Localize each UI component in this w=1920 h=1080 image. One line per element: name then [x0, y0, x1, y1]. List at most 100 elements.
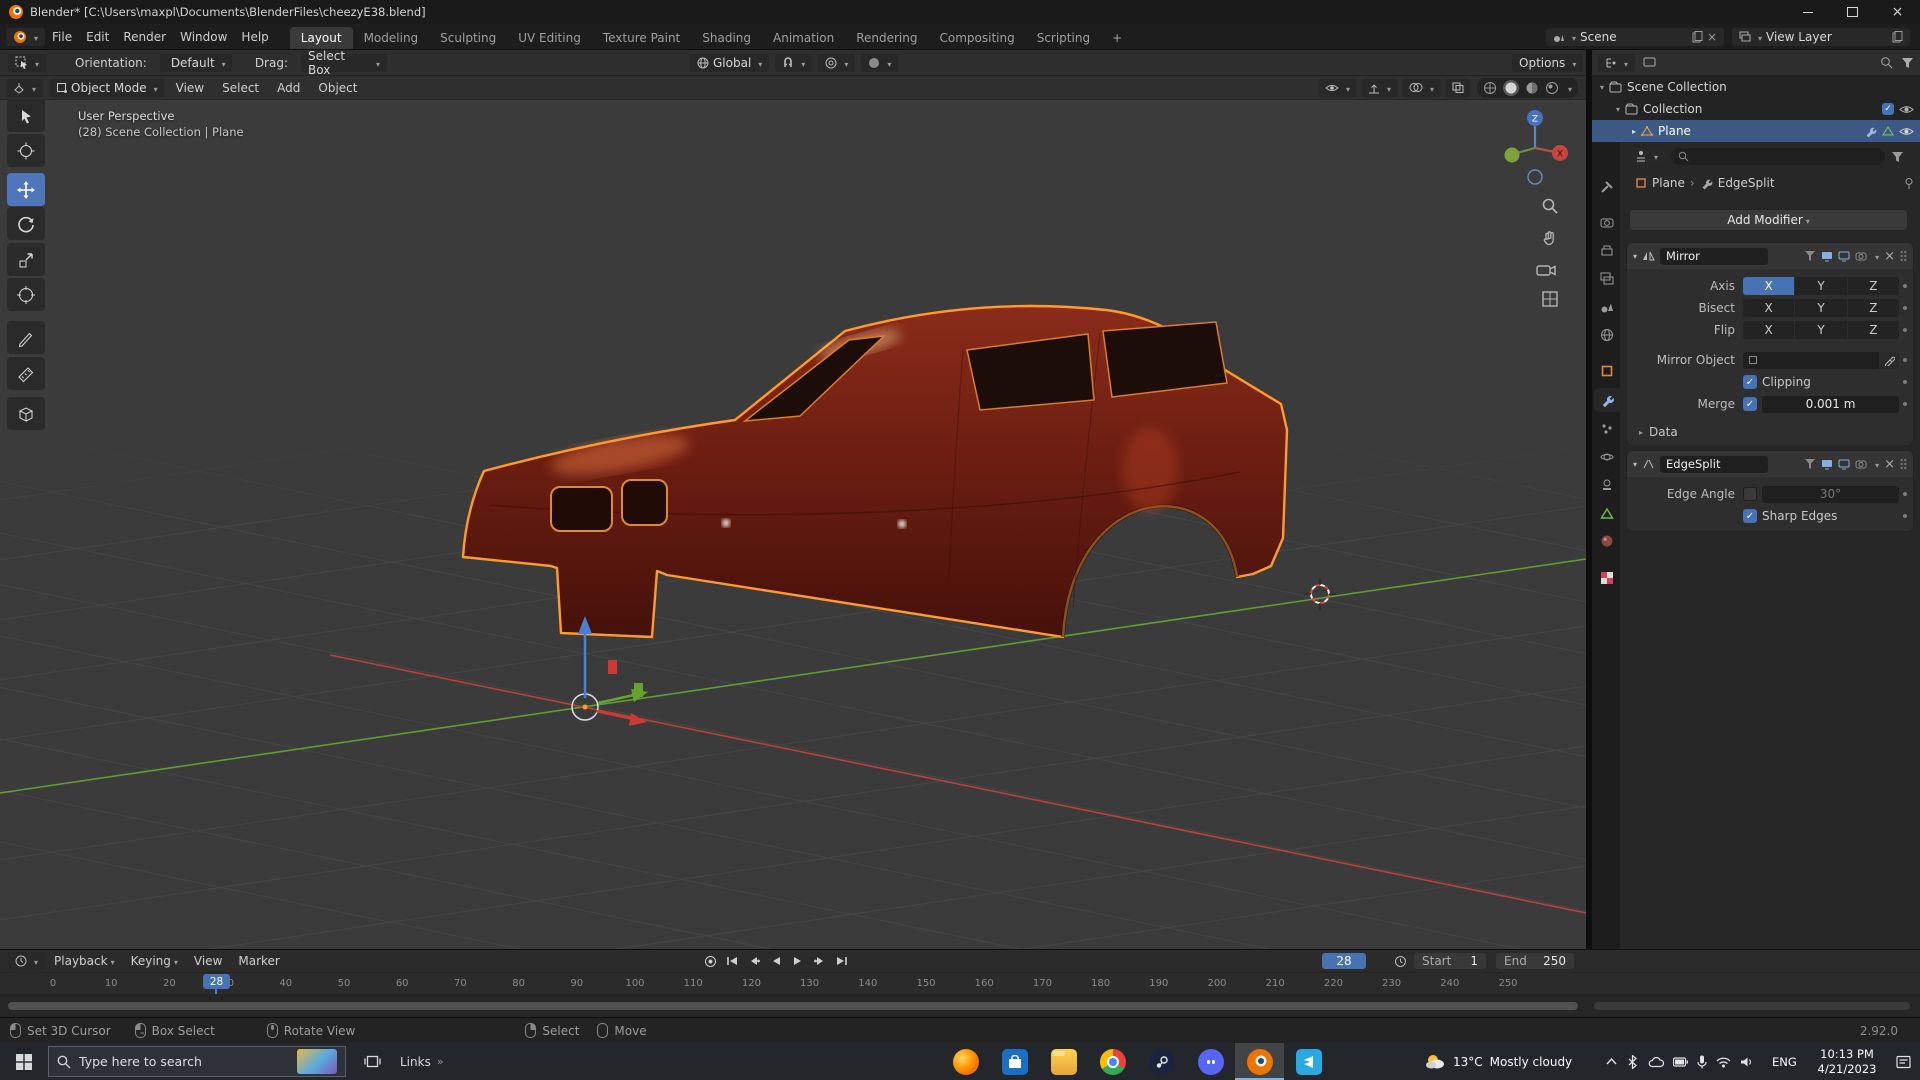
mirror-panel-header[interactable]: ▾ Mirror ×	[1627, 243, 1913, 269]
shading-material-icon[interactable]	[1525, 81, 1539, 95]
toggle-perspective-control[interactable]	[1538, 287, 1562, 311]
tray-expand-button[interactable]	[1600, 1043, 1622, 1080]
play-reverse-button[interactable]	[766, 952, 786, 970]
gizmo-y-axis[interactable]	[1505, 148, 1520, 163]
search-highlight-image[interactable]	[297, 1049, 337, 1074]
show-on-cage-icon[interactable]	[1804, 250, 1816, 262]
close-button[interactable]: ×	[1875, 0, 1920, 24]
expand-arrow-icon[interactable]: ▾	[1616, 105, 1620, 114]
overlays-dropdown[interactable]	[1402, 79, 1441, 97]
frame-start-field[interactable]: Start1	[1414, 953, 1486, 969]
y-plane-handle[interactable]	[634, 683, 643, 697]
play-button[interactable]	[788, 952, 808, 970]
bluetooth-icon[interactable]	[1626, 1055, 1639, 1069]
app-chrome[interactable]	[1088, 1043, 1137, 1080]
collection-checkbox[interactable]	[1882, 103, 1894, 115]
outliner-row-scene-collection[interactable]: ▾ Scene Collection	[1592, 76, 1920, 98]
tab-physics[interactable]	[1594, 445, 1620, 469]
tab-particles[interactable]	[1594, 417, 1620, 441]
filter-icon[interactable]	[1901, 56, 1914, 69]
current-frame-field[interactable]: 28	[1322, 953, 1366, 969]
xray-toggle[interactable]	[1445, 79, 1471, 97]
collapse-arrow-icon[interactable]: ▾	[1633, 460, 1637, 469]
tab-render[interactable]	[1594, 210, 1620, 234]
timeline-ruler[interactable]: 0102030405060708090100110120130140150160…	[0, 972, 1920, 995]
scene-selector[interactable]: Scene ×	[1546, 28, 1724, 46]
editor-type-button[interactable]	[6, 79, 43, 97]
flip-y-button[interactable]: Y	[1795, 321, 1846, 339]
weather-widget[interactable]: 13°C Mostly cloudy	[1424, 1043, 1572, 1080]
bisect-x-button[interactable]: X	[1743, 299, 1794, 317]
display-mode-icon[interactable]	[1643, 56, 1656, 69]
animate-dot[interactable]	[1903, 402, 1907, 406]
orientation-dropdown[interactable]: Default	[160, 54, 232, 72]
taskbar-search-box[interactable]: Type here to search	[48, 1046, 346, 1077]
eyedropper-button[interactable]	[1879, 352, 1899, 369]
jump-to-end-button[interactable]	[832, 952, 852, 970]
battery-icon[interactable]	[1673, 1057, 1688, 1067]
menu-render[interactable]: Render	[116, 30, 173, 44]
search-icon[interactable]	[1880, 56, 1893, 69]
view-layer-selector[interactable]: View Layer	[1732, 28, 1910, 46]
tab-object[interactable]	[1594, 359, 1620, 383]
tab-material[interactable]	[1594, 529, 1620, 553]
mirror-object-field[interactable]	[1743, 352, 1879, 369]
workspace-tab-rendering[interactable]: Rendering	[845, 27, 928, 49]
zoom-control[interactable]	[1538, 194, 1562, 218]
frame-end-field[interactable]: End250	[1496, 953, 1574, 969]
editor-type-button[interactable]	[8, 952, 45, 970]
timeline-menu-keying[interactable]: Keying	[124, 954, 185, 968]
viewport-canvas[interactable]: Z X	[0, 100, 1586, 949]
collapse-arrow-icon[interactable]: ▾	[1633, 252, 1637, 261]
eye-icon[interactable]	[1899, 104, 1914, 115]
filter-icon[interactable]	[1891, 150, 1904, 163]
blender-menu-button[interactable]	[6, 28, 45, 46]
pan-control[interactable]	[1538, 226, 1562, 250]
show-in-editmode-icon[interactable]	[1821, 458, 1833, 470]
show-in-viewport-icon[interactable]	[1838, 458, 1850, 470]
mirror-axis-z-button[interactable]: Z	[1848, 277, 1899, 295]
modifier-name-field[interactable]: Mirror	[1660, 248, 1768, 265]
tab-output[interactable]	[1594, 239, 1620, 263]
expand-arrow-icon[interactable]: ▸	[1632, 127, 1636, 136]
menu-edit[interactable]: Edit	[79, 30, 116, 44]
tool-scale[interactable]	[7, 243, 45, 276]
tab-world[interactable]	[1594, 323, 1620, 347]
show-in-render-icon[interactable]	[1855, 250, 1867, 262]
show-in-render-icon[interactable]	[1855, 458, 1867, 470]
remove-modifier-button[interactable]: ×	[1884, 457, 1895, 472]
falloff-dropdown[interactable]	[861, 54, 898, 72]
tab-texture[interactable]	[1594, 566, 1620, 590]
merge-threshold-field[interactable]: 0.001 m	[1762, 396, 1899, 413]
minimize-button[interactable]	[1785, 0, 1830, 24]
onedrive-cloud-icon[interactable]	[1648, 1056, 1664, 1068]
maximize-button[interactable]	[1830, 0, 1875, 24]
tab-scene[interactable]	[1594, 295, 1620, 319]
auto-keying-toggle[interactable]	[700, 952, 720, 970]
playhead-label[interactable]: 28	[203, 974, 230, 989]
tool-add-cube[interactable]	[7, 397, 45, 430]
animate-dot[interactable]	[1903, 380, 1907, 384]
tool-move[interactable]	[7, 173, 45, 206]
options-dropdown[interactable]: Options	[1512, 54, 1583, 72]
workspace-tab-modeling[interactable]: Modeling	[353, 27, 430, 49]
menu-help[interactable]: Help	[234, 30, 275, 44]
use-preview-range-icon[interactable]	[1394, 955, 1407, 968]
app-discord[interactable]	[1186, 1043, 1235, 1080]
tab-tool[interactable]	[1594, 175, 1620, 199]
timeline-scrollbar[interactable]	[8, 1002, 1578, 1010]
animate-dot[interactable]	[1903, 492, 1907, 496]
drag-dropdown[interactable]: Select Box	[301, 54, 387, 72]
eye-icon[interactable]	[1899, 126, 1914, 137]
menu-file[interactable]: File	[45, 30, 79, 44]
workspace-tab-sculpting[interactable]: Sculpting	[429, 27, 507, 49]
viewport-menu-add[interactable]: Add	[270, 81, 307, 95]
modifier-extras-dropdown[interactable]	[1872, 457, 1879, 471]
workspace-tab-animation[interactable]: Animation	[762, 27, 845, 49]
tab-constraints[interactable]	[1594, 473, 1620, 497]
properties-editor-type-button[interactable]	[1628, 147, 1665, 165]
workspace-tab-scripting[interactable]: Scripting	[1026, 27, 1101, 49]
previous-keyframe-button[interactable]	[744, 952, 764, 970]
workspace-tab-uv-editing[interactable]: UV Editing	[507, 27, 592, 49]
clipping-checkbox[interactable]	[1743, 375, 1757, 389]
